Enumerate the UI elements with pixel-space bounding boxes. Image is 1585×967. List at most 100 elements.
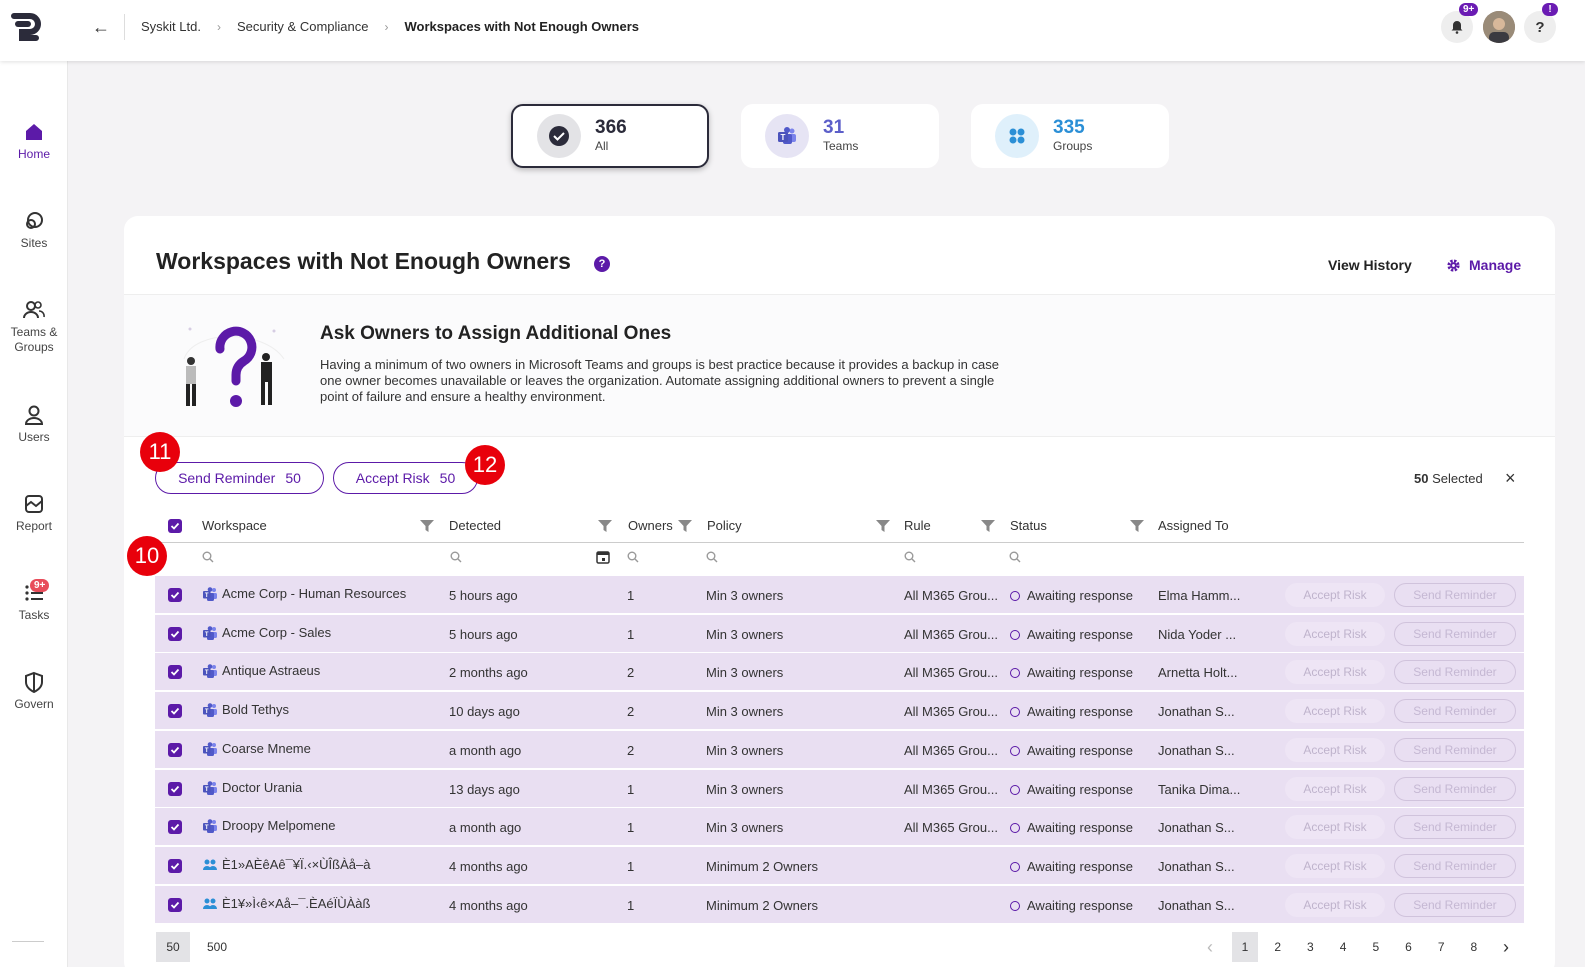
column-header-status[interactable]: Status: [1010, 518, 1047, 533]
clear-selection-icon[interactable]: ×: [1505, 468, 1516, 489]
row-send-reminder-button[interactable]: Send Reminder: [1394, 853, 1516, 878]
page-2-button[interactable]: 2: [1265, 932, 1291, 962]
table-row[interactable]: È1¥»Ì‹ê×Aå–¯.ÈAéÏÙÀàß 4 months ago 1 Minimu…: [155, 885, 1524, 924]
table-row[interactable]: T Acme Corp - Sales 5 hours ago 1 Min 3 owne…: [155, 614, 1524, 653]
help-button[interactable]: ? !: [1524, 3, 1558, 43]
search-icon[interactable]: [706, 551, 718, 563]
row-checkbox[interactable]: [168, 704, 182, 719]
cell-workspace[interactable]: Coarse Mneme: [222, 741, 311, 756]
row-accept-risk-button[interactable]: Accept Risk: [1285, 660, 1385, 685]
calendar-icon[interactable]: [596, 550, 610, 564]
row-accept-risk-button[interactable]: Accept Risk: [1285, 815, 1385, 840]
page-7-button[interactable]: 7: [1428, 932, 1454, 962]
row-accept-risk-button[interactable]: Accept Risk: [1285, 699, 1385, 724]
column-header-rule[interactable]: Rule: [904, 518, 931, 533]
avatar[interactable]: [1483, 11, 1515, 43]
table-row[interactable]: È1»AÈêAê¯¥Ï.‹×ÙÎßÀå–à 4 months ago 1 Minimu…: [155, 846, 1524, 885]
column-header-detected[interactable]: Detected: [449, 518, 501, 533]
row-accept-risk-button[interactable]: Accept Risk: [1285, 776, 1385, 801]
row-send-reminder-button[interactable]: Send Reminder: [1394, 621, 1516, 646]
cell-workspace[interactable]: È1¥»Ì‹ê×Aå–¯.ÈAéÏÙÀàß: [222, 896, 370, 911]
table-row[interactable]: T Acme Corp - Human Resources 5 hours ago 1…: [155, 576, 1524, 614]
card-teams[interactable]: T 31 Teams: [741, 104, 939, 168]
row-send-reminder-button[interactable]: Send Reminder: [1394, 737, 1516, 762]
filter-icon[interactable]: [876, 520, 890, 532]
next-page-icon[interactable]: ›: [1493, 932, 1519, 962]
column-header-assigned-to[interactable]: Assigned To: [1158, 518, 1229, 533]
filter-icon[interactable]: [420, 520, 434, 532]
page-5-button[interactable]: 5: [1363, 932, 1389, 962]
row-accept-risk-button[interactable]: Accept Risk: [1285, 853, 1385, 878]
row-checkbox[interactable]: [168, 626, 182, 641]
sidebar-item-report[interactable]: Report: [0, 493, 68, 534]
row-checkbox[interactable]: [168, 781, 182, 796]
help-icon[interactable]: ?: [594, 256, 610, 272]
row-send-reminder-button[interactable]: Send Reminder: [1394, 583, 1516, 607]
table-row[interactable]: T Antique Astraeus 2 months ago 2 Min 3 owne…: [155, 653, 1524, 692]
prev-page-icon[interactable]: ‹: [1197, 932, 1223, 962]
filter-icon[interactable]: [598, 520, 612, 532]
row-send-reminder-button[interactable]: Send Reminder: [1394, 660, 1516, 685]
back-arrow-icon[interactable]: ←: [92, 17, 110, 38]
row-checkbox[interactable]: [168, 665, 182, 680]
page-8-button[interactable]: 8: [1461, 932, 1487, 962]
cell-workspace[interactable]: Acme Corp - Sales: [222, 625, 331, 640]
page-size-50[interactable]: 50: [156, 932, 190, 962]
column-header-workspace[interactable]: Workspace: [202, 518, 267, 533]
search-icon[interactable]: [450, 551, 462, 563]
view-history-link[interactable]: View History: [1328, 257, 1412, 273]
row-checkbox[interactable]: [168, 588, 182, 602]
row-accept-risk-button[interactable]: Accept Risk: [1285, 892, 1385, 917]
search-icon[interactable]: [1009, 551, 1021, 563]
column-header-owners[interactable]: Owners: [628, 518, 673, 533]
sidebar-item-users[interactable]: Users: [0, 404, 68, 445]
breadcrumb-item-org[interactable]: Syskit Ltd.: [141, 19, 201, 34]
column-header-policy[interactable]: Policy: [707, 518, 742, 533]
card-groups[interactable]: 335 Groups: [971, 104, 1169, 168]
row-checkbox[interactable]: [168, 742, 182, 757]
row-send-reminder-button[interactable]: Send Reminder: [1394, 815, 1516, 840]
filter-icon[interactable]: [981, 520, 995, 532]
row-accept-risk-button[interactable]: Accept Risk: [1285, 621, 1385, 646]
page-6-button[interactable]: 6: [1396, 932, 1422, 962]
page-3-button[interactable]: 3: [1297, 932, 1323, 962]
cell-workspace[interactable]: Acme Corp - Human Resources: [222, 586, 406, 601]
select-all-checkbox[interactable]: [168, 519, 182, 533]
send-reminder-button[interactable]: Send Reminder 50: [155, 462, 324, 494]
manage-button[interactable]: Manage: [1446, 257, 1521, 273]
search-icon[interactable]: [202, 551, 214, 563]
cell-workspace[interactable]: È1»AÈêAê¯¥Ï.‹×ÙÎßÀå–à: [222, 857, 370, 872]
page-4-button[interactable]: 4: [1330, 932, 1356, 962]
card-all[interactable]: 366 All: [511, 104, 709, 168]
row-checkbox[interactable]: [168, 858, 182, 873]
page-size-500[interactable]: 500: [200, 932, 234, 962]
sidebar-item-govern[interactable]: Govern: [0, 671, 68, 712]
sidebar-item-tasks[interactable]: Tasks 9+: [0, 579, 68, 623]
row-accept-risk-button[interactable]: Accept Risk: [1285, 583, 1385, 607]
breadcrumb-item-security[interactable]: Security & Compliance: [237, 19, 369, 34]
table-row[interactable]: T Coarse Mneme a month ago 2 Min 3 owners All…: [155, 730, 1524, 769]
filter-icon[interactable]: [1130, 520, 1144, 532]
accept-risk-button[interactable]: Accept Risk 50: [333, 462, 478, 494]
sidebar-item-sites[interactable]: Sites: [0, 210, 68, 251]
cell-workspace[interactable]: Bold Tethys: [222, 702, 289, 717]
page-1-button[interactable]: 1: [1232, 932, 1258, 962]
sidebar-item-teams-groups[interactable]: Teams & Groups: [0, 299, 68, 355]
search-icon[interactable]: [904, 551, 916, 563]
sidebar-item-home[interactable]: Home: [0, 121, 68, 162]
row-send-reminder-button[interactable]: Send Reminder: [1394, 699, 1516, 724]
row-send-reminder-button[interactable]: Send Reminder: [1394, 892, 1516, 917]
notifications-button[interactable]: 9+: [1441, 3, 1479, 43]
search-icon[interactable]: [627, 551, 639, 563]
table-row[interactable]: T Bold Tethys 10 days ago 2 Min 3 owners All …: [155, 692, 1524, 731]
syskit-logo[interactable]: [8, 10, 42, 44]
cell-workspace[interactable]: Droopy Melpomene: [222, 818, 335, 833]
cell-workspace[interactable]: Doctor Urania: [222, 780, 302, 795]
row-checkbox[interactable]: [168, 820, 182, 835]
table-row[interactable]: T Droopy Melpomene a month ago 1 Min 3 owner…: [155, 808, 1524, 847]
row-checkbox[interactable]: [168, 897, 182, 912]
row-accept-risk-button[interactable]: Accept Risk: [1285, 737, 1385, 762]
table-row[interactable]: T Doctor Urania 13 days ago 1 Min 3 owners Al…: [155, 769, 1524, 808]
row-send-reminder-button[interactable]: Send Reminder: [1394, 776, 1516, 801]
cell-workspace[interactable]: Antique Astraeus: [222, 663, 320, 678]
